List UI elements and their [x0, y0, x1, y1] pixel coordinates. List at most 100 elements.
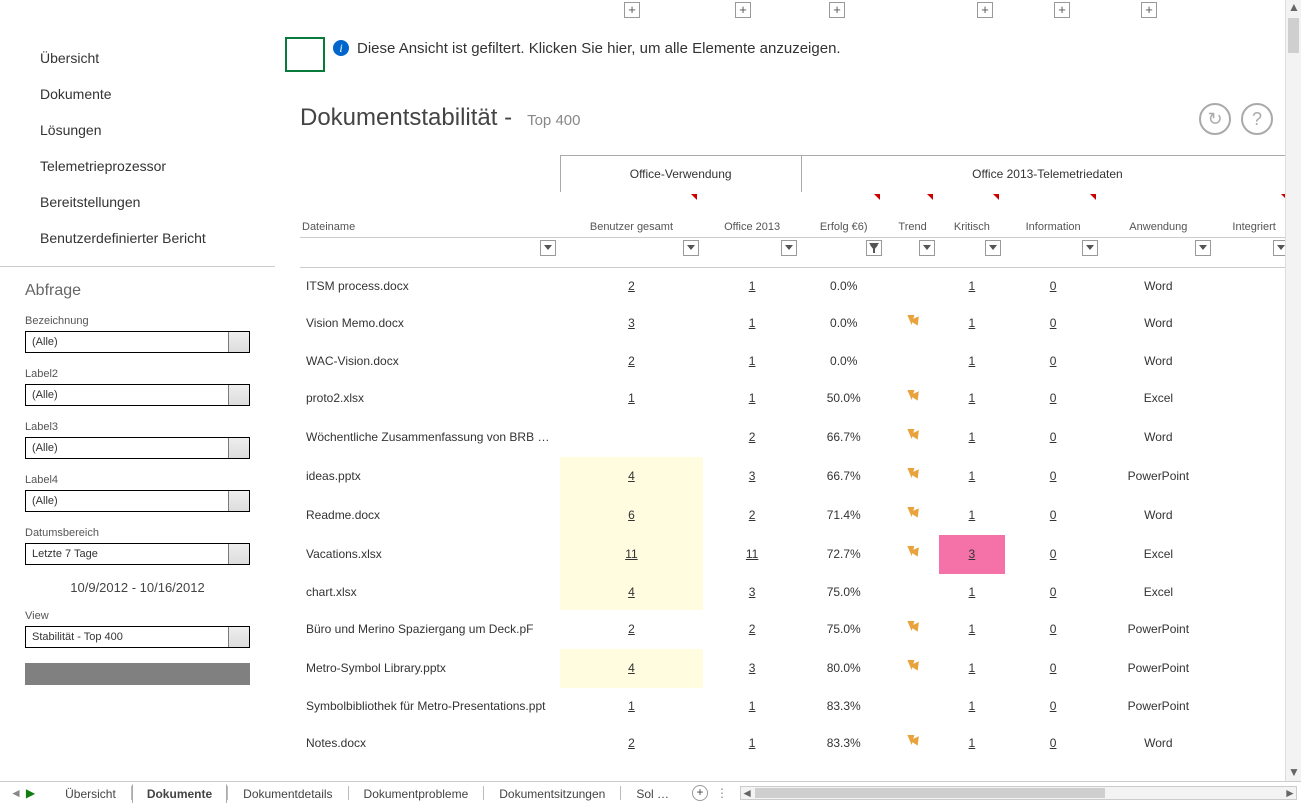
cell-link[interactable]: 0 — [1050, 391, 1057, 405]
filter-banner-text[interactable]: Diese Ansicht ist gefiltert. Klicken Sie… — [357, 40, 841, 57]
query-field-select[interactable]: (Alle) — [25, 331, 250, 353]
cell-link[interactable]: 1 — [749, 279, 756, 293]
table-row[interactable]: Wöchentliche Zusammenfassung von BRB Fee… — [300, 418, 1293, 457]
cell-link[interactable]: 0 — [1050, 547, 1057, 561]
view-select[interactable]: Stabilität - Top 400 — [25, 626, 250, 648]
table-row[interactable]: ideas.pptx4366.7%10PowerPoint — [300, 457, 1293, 496]
cell-link[interactable]: 2 — [628, 736, 635, 750]
col-filename[interactable]: Dateiname — [300, 192, 560, 237]
query-field-select[interactable]: (Alle) — [25, 384, 250, 406]
nav-item[interactable]: Telemetrieprozessor — [0, 148, 275, 184]
cell-link[interactable]: 3 — [749, 469, 756, 483]
tab-grip[interactable]: ⋮ — [716, 786, 728, 800]
table-row[interactable]: Metro-Symbol Library.pptx4380.0%10PowerP… — [300, 649, 1293, 688]
tab-nav-first[interactable]: ◄ — [10, 786, 22, 800]
cell-link[interactable]: 1 — [969, 661, 976, 675]
filter-trend[interactable] — [919, 240, 935, 256]
filter-o2013[interactable] — [781, 240, 797, 256]
expand-column-button[interactable]: + — [735, 2, 751, 18]
cell-link[interactable]: 0 — [1050, 699, 1057, 713]
filter-users[interactable] — [683, 240, 699, 256]
sheet-tab[interactable]: Dokumente — [132, 784, 227, 803]
sheet-tab[interactable]: Sol … — [621, 784, 684, 803]
table-row[interactable]: Readme.docx6271.4%10Word — [300, 496, 1293, 535]
cell-link[interactable]: 1 — [749, 736, 756, 750]
table-row[interactable]: Vision Memo.docx310.0%10Word — [300, 304, 1293, 343]
cell-link[interactable]: 2 — [628, 279, 635, 293]
cell-link[interactable]: 1 — [628, 391, 635, 405]
cell-link[interactable]: 4 — [628, 661, 635, 675]
cell-link[interactable]: 0 — [1050, 469, 1057, 483]
expand-column-button[interactable]: + — [1141, 2, 1157, 18]
cell-link[interactable]: 0 — [1050, 622, 1057, 636]
expand-column-button[interactable]: + — [977, 2, 993, 18]
expand-column-button[interactable]: + — [829, 2, 845, 18]
col-app[interactable]: Anwendung — [1102, 192, 1216, 237]
cell-link[interactable]: 2 — [628, 354, 635, 368]
col-information[interactable]: Information — [1005, 192, 1102, 237]
nav-item[interactable]: Bereitstellungen — [0, 184, 275, 220]
cell-link[interactable]: 1 — [969, 736, 976, 750]
query-field-select[interactable]: Letzte 7 Tage — [25, 543, 250, 565]
cell-link[interactable]: 3 — [749, 585, 756, 599]
col-office2013[interactable]: Office 2013 — [703, 192, 801, 237]
help-button[interactable]: ? — [1241, 103, 1273, 135]
cell-link[interactable]: 4 — [628, 585, 635, 599]
cell-link[interactable]: 1 — [628, 699, 635, 713]
vertical-scrollbar[interactable]: ▲ ▼ — [1285, 0, 1301, 781]
nav-item[interactable]: Dokumente — [0, 76, 275, 112]
cell-link[interactable]: 1 — [969, 508, 976, 522]
filter-critical[interactable] — [985, 240, 1001, 256]
apply-bar[interactable] — [25, 663, 250, 685]
col-critical[interactable]: Kritisch — [939, 192, 1005, 237]
query-field-select[interactable]: (Alle) — [25, 490, 250, 512]
cell-link[interactable]: 2 — [749, 508, 756, 522]
filter-success[interactable] — [866, 240, 882, 256]
query-field-select[interactable]: (Alle) — [25, 437, 250, 459]
cell-link[interactable]: 0 — [1050, 354, 1057, 368]
table-row[interactable]: Symbolbibliothek für Metro-Presentations… — [300, 688, 1293, 724]
table-row[interactable]: ITSM process.docx210.0%10Word — [300, 267, 1293, 304]
sheet-tab[interactable]: Dokumentdetails — [228, 784, 347, 803]
table-row[interactable]: Vacations.xlsx111172.7%30Excel — [300, 535, 1293, 574]
cell-link[interactable]: 3 — [628, 316, 635, 330]
cell-link[interactable]: 2 — [628, 622, 635, 636]
cell-link[interactable]: 1 — [749, 699, 756, 713]
nav-item[interactable]: Übersicht — [0, 40, 275, 76]
expand-column-button[interactable]: + — [624, 2, 640, 18]
filter-info[interactable] — [1082, 240, 1098, 256]
col-trend[interactable]: Trend — [886, 192, 939, 237]
cell-link[interactable]: 1 — [969, 585, 976, 599]
add-sheet-button[interactable]: + — [692, 785, 708, 801]
cell-link[interactable]: 1 — [749, 391, 756, 405]
cell-link[interactable]: 6 — [628, 508, 635, 522]
cell-link[interactable]: 0 — [1050, 430, 1057, 444]
table-row[interactable]: Notes.docx2183.3%10Word — [300, 724, 1293, 763]
cell-link[interactable]: 1 — [749, 316, 756, 330]
col-users-total[interactable]: Benutzer gesamt — [560, 192, 703, 237]
cell-link[interactable]: 1 — [969, 622, 976, 636]
table-row[interactable]: WAC-Vision.docx210.0%10Word — [300, 343, 1293, 379]
table-row[interactable]: Büro und Merino Spaziergang um Deck.pF22… — [300, 610, 1293, 649]
cell-link[interactable]: 4 — [628, 469, 635, 483]
col-success[interactable]: Erfolg €6) — [801, 192, 886, 237]
cell-link[interactable]: 1 — [969, 279, 976, 293]
sheet-tab[interactable]: Dokumentsitzungen — [484, 784, 620, 803]
cell-link[interactable]: 1 — [749, 354, 756, 368]
horizontal-scrollbar[interactable]: ◄ ► — [740, 786, 1297, 800]
cell-link[interactable]: 2 — [749, 622, 756, 636]
cell-link[interactable]: 0 — [1050, 279, 1057, 293]
cell-link[interactable]: 1 — [969, 316, 976, 330]
cell-link[interactable]: 11 — [625, 547, 637, 561]
cell-link[interactable]: 1 — [969, 354, 976, 368]
filter-app[interactable] — [1195, 240, 1211, 256]
cell-link[interactable]: 1 — [969, 391, 976, 405]
cell-link[interactable]: 0 — [1050, 508, 1057, 522]
cell-link[interactable]: 0 — [1050, 585, 1057, 599]
table-row[interactable]: proto2.xlsx1150.0%10Excel — [300, 379, 1293, 418]
cell-link[interactable]: 3 — [749, 661, 756, 675]
cell-link[interactable]: 11 — [746, 547, 758, 561]
cell-link[interactable]: 1 — [969, 699, 976, 713]
tab-nav-next[interactable]: ▶ — [26, 786, 35, 800]
cell-link[interactable]: 0 — [1050, 736, 1057, 750]
